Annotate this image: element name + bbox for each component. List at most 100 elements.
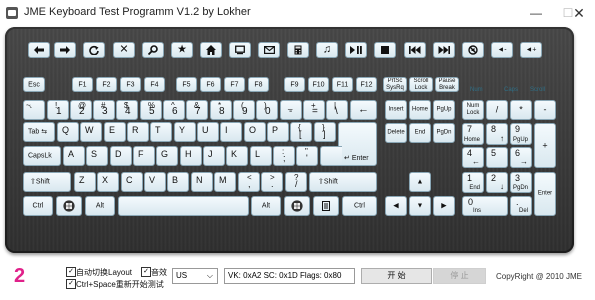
key-num-minus[interactable]: - xyxy=(534,100,556,120)
key-0[interactable]: ) 0 xyxy=(256,100,278,120)
key-f6[interactable]: F6 xyxy=(200,77,221,92)
key-num-5[interactable]: 5 xyxy=(486,147,508,168)
key-shift-left[interactable]: ⇧Shift xyxy=(23,172,71,192)
key-3[interactable]: #3 xyxy=(93,100,115,120)
key-f10[interactable]: F10 xyxy=(308,77,329,92)
key-num-enter[interactable]: Enter xyxy=(534,172,556,216)
key-9[interactable]: (9 xyxy=(233,100,255,120)
key-s[interactable]: S xyxy=(86,146,108,166)
key-o[interactable]: O xyxy=(244,122,266,142)
key-tab[interactable]: Tab ⇆ xyxy=(23,122,55,142)
media-key-mail[interactable] xyxy=(258,42,280,58)
key-f8[interactable]: F8 xyxy=(248,77,269,92)
key-b[interactable]: B xyxy=(167,172,189,192)
key-home[interactable]: Home xyxy=(409,100,431,120)
key-n[interactable]: N xyxy=(191,172,213,192)
key-numlock[interactable]: Num Lock xyxy=(462,100,484,120)
key-f3[interactable]: F3 xyxy=(120,77,141,92)
media-key-volume-down[interactable]: ◄- xyxy=(491,42,513,58)
key-win-left[interactable] xyxy=(56,196,82,216)
key-num-9[interactable]: 9 PgUp xyxy=(510,123,532,145)
key-f2[interactable]: F2 xyxy=(96,77,117,92)
key-equals[interactable]: + = xyxy=(303,100,325,120)
sound-checkbox[interactable]: ✓ xyxy=(141,267,151,277)
key-semicolon[interactable]: :; xyxy=(273,146,295,166)
key-f5[interactable]: F5 xyxy=(176,77,197,92)
key-i[interactable]: I xyxy=(220,122,242,142)
auto-switch-checkbox[interactable]: ✓ xyxy=(66,267,76,277)
key-arrow-down[interactable]: ▼ xyxy=(409,196,431,216)
media-key-volume-up[interactable]: ◄+ xyxy=(520,42,542,58)
key-f4[interactable]: F4 xyxy=(144,77,165,92)
key-y[interactable]: Y xyxy=(174,122,196,142)
key-win-right[interactable] xyxy=(284,196,310,216)
stop-button[interactable]: 停 止 xyxy=(433,268,486,284)
key-open-bracket[interactable]: {[ xyxy=(290,122,312,142)
key-quote[interactable]: " ' xyxy=(296,146,318,166)
key-num-6[interactable]: 6 → xyxy=(510,147,532,168)
key-close-bracket[interactable]: }] xyxy=(314,122,336,142)
key-z[interactable]: Z xyxy=(74,172,96,192)
key-f7[interactable]: F7 xyxy=(224,77,245,92)
key-f9[interactable]: F9 xyxy=(284,77,305,92)
key-num-8[interactable]: 8 ↑ xyxy=(486,123,508,145)
key-period[interactable]: >. xyxy=(261,172,283,192)
key-j[interactable]: J xyxy=(203,146,225,166)
key-ctrl-left[interactable]: Ctrl xyxy=(23,196,53,216)
key-alt-right[interactable]: Alt xyxy=(251,196,281,216)
key-t[interactable]: T xyxy=(150,122,172,142)
key-h[interactable]: H xyxy=(180,146,202,166)
media-key-music[interactable]: ♫ xyxy=(316,42,338,58)
key-pause[interactable]: Pause Break xyxy=(435,77,459,92)
key-alt-left[interactable]: Alt xyxy=(85,196,115,216)
key-f11[interactable]: F11 xyxy=(332,77,353,92)
key-num-7[interactable]: 7 Home xyxy=(462,123,484,145)
key-pgup[interactable]: PgUp xyxy=(433,100,455,120)
key-5[interactable]: % 5 xyxy=(140,100,162,120)
key-arrow-left[interactable]: ◀ xyxy=(385,196,407,216)
key-menu[interactable] xyxy=(313,196,339,216)
key-backslash[interactable]: | \ xyxy=(326,100,348,120)
key-f[interactable]: F xyxy=(133,146,155,166)
key-scroll-lock[interactable]: Scroll Lock xyxy=(409,77,433,92)
key-num-decimal[interactable]: . Del xyxy=(510,196,532,216)
key-space[interactable] xyxy=(118,196,249,216)
key-prtsc[interactable]: PrtSc SysRq xyxy=(383,77,407,92)
media-key-play-pause[interactable] xyxy=(345,42,367,58)
media-key-home[interactable] xyxy=(200,42,222,58)
key-f12[interactable]: F12 xyxy=(356,77,377,92)
key-enter[interactable]: ↵ Enter xyxy=(338,122,377,166)
key-l[interactable]: L xyxy=(250,146,272,166)
minimize-button[interactable]: — xyxy=(529,6,543,20)
media-key-calculator[interactable] xyxy=(287,42,309,58)
key-f1[interactable]: F1 xyxy=(72,77,93,92)
key-num-2[interactable]: 2 ↓ xyxy=(486,172,508,193)
key-q[interactable]: Q xyxy=(57,122,79,142)
key-w[interactable]: W xyxy=(80,122,102,142)
media-key-forward[interactable] xyxy=(54,42,76,58)
key-insert[interactable]: Insert xyxy=(385,100,407,120)
key-slash[interactable]: ? / xyxy=(285,172,307,192)
key-p[interactable]: P xyxy=(267,122,289,142)
close-button[interactable]: ✕ xyxy=(572,6,586,20)
key-1[interactable]: ! 1 xyxy=(47,100,69,120)
key-7[interactable]: & 7 xyxy=(186,100,208,120)
media-key-favorites[interactable]: ★ xyxy=(171,42,193,58)
media-key-my-computer[interactable] xyxy=(229,42,251,58)
key-d[interactable]: D xyxy=(110,146,132,166)
key-comma[interactable]: <, xyxy=(238,172,260,192)
key-ctrl-right[interactable]: Ctrl xyxy=(342,196,377,216)
key-6[interactable]: ^ 6 xyxy=(163,100,185,120)
key-x[interactable]: X xyxy=(97,172,119,192)
key-pgdn[interactable]: PgDn xyxy=(433,123,455,143)
key-num-multiply[interactable]: * xyxy=(510,100,532,120)
media-key-refresh[interactable] xyxy=(83,42,105,58)
key-k[interactable]: K xyxy=(226,146,248,166)
key-esc[interactable]: Esc xyxy=(23,77,45,92)
key-num-1[interactable]: 1 End xyxy=(462,172,484,193)
key-c[interactable]: C xyxy=(121,172,143,192)
key-r[interactable]: R xyxy=(127,122,149,142)
key-arrow-right[interactable]: ▶ xyxy=(433,196,455,216)
key-num-plus[interactable]: + xyxy=(534,123,556,168)
key-arrow-up[interactable]: ▲ xyxy=(409,172,431,192)
